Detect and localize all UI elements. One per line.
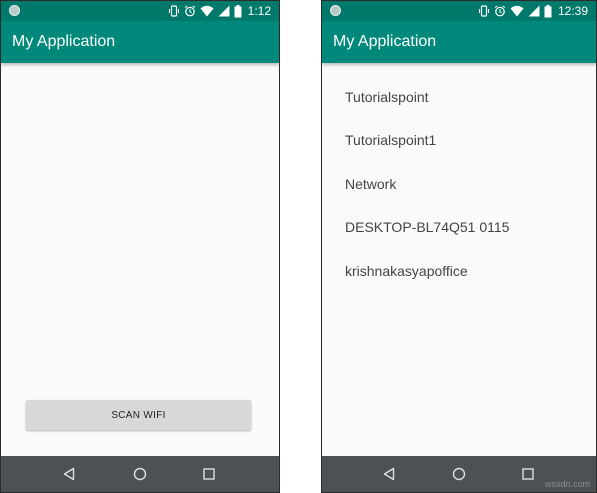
app-bar: My Application <box>322 21 596 63</box>
battery-icon <box>234 4 242 18</box>
main-content: SCAN WIFI <box>1 63 279 456</box>
wifi-icon <box>510 5 524 17</box>
home-icon[interactable] <box>449 464 469 484</box>
wifi-network-item[interactable]: Network <box>345 175 396 193</box>
main-content: Tutorialspoint Tutorialspoint1 Network D… <box>322 63 596 456</box>
signal-icon <box>528 5 540 17</box>
wifi-icon <box>200 5 214 17</box>
vibrate-icon <box>168 5 180 17</box>
status-bar: 12:39 <box>322 1 596 21</box>
phone-screen-right: 12:39 My Application Tutorialspoint Tuto… <box>321 0 597 493</box>
notification-dot-icon <box>9 5 20 16</box>
wifi-network-item[interactable]: Tutorialspoint <box>345 88 429 106</box>
battery-icon <box>544 4 552 18</box>
status-time: 12:39 <box>557 4 588 18</box>
back-icon[interactable] <box>379 464 399 484</box>
app-title: My Application <box>12 33 116 50</box>
status-icons: 12:39 <box>478 4 588 18</box>
alarm-icon <box>184 5 196 17</box>
wifi-network-item[interactable]: Tutorialspoint1 <box>345 131 436 149</box>
watermark: wsxdn.com <box>544 479 590 489</box>
nav-bar <box>1 456 279 492</box>
status-bar: 1:12 <box>1 1 279 21</box>
app-bar: My Application <box>1 21 279 63</box>
nav-bar: wsxdn.com <box>322 456 596 492</box>
notification-dot-icon <box>330 5 341 16</box>
home-icon[interactable] <box>130 464 150 484</box>
vibrate-icon <box>478 5 490 17</box>
app-title: My Application <box>333 33 437 50</box>
status-time: 1:12 <box>247 4 271 18</box>
back-icon[interactable] <box>59 464 79 484</box>
wifi-network-item[interactable]: krishnakasyapoffice <box>345 262 468 280</box>
phone-screen-left: 1:12 My Application SCAN WIFI <box>0 0 280 493</box>
wifi-network-item[interactable]: DESKTOP-BL74Q51 0115 <box>345 218 509 236</box>
recents-icon[interactable] <box>518 464 538 484</box>
signal-icon <box>218 5 230 17</box>
recents-icon[interactable] <box>199 464 219 484</box>
status-icons: 1:12 <box>168 4 271 18</box>
scan-wifi-button[interactable]: SCAN WIFI <box>26 400 251 430</box>
alarm-icon <box>494 5 506 17</box>
